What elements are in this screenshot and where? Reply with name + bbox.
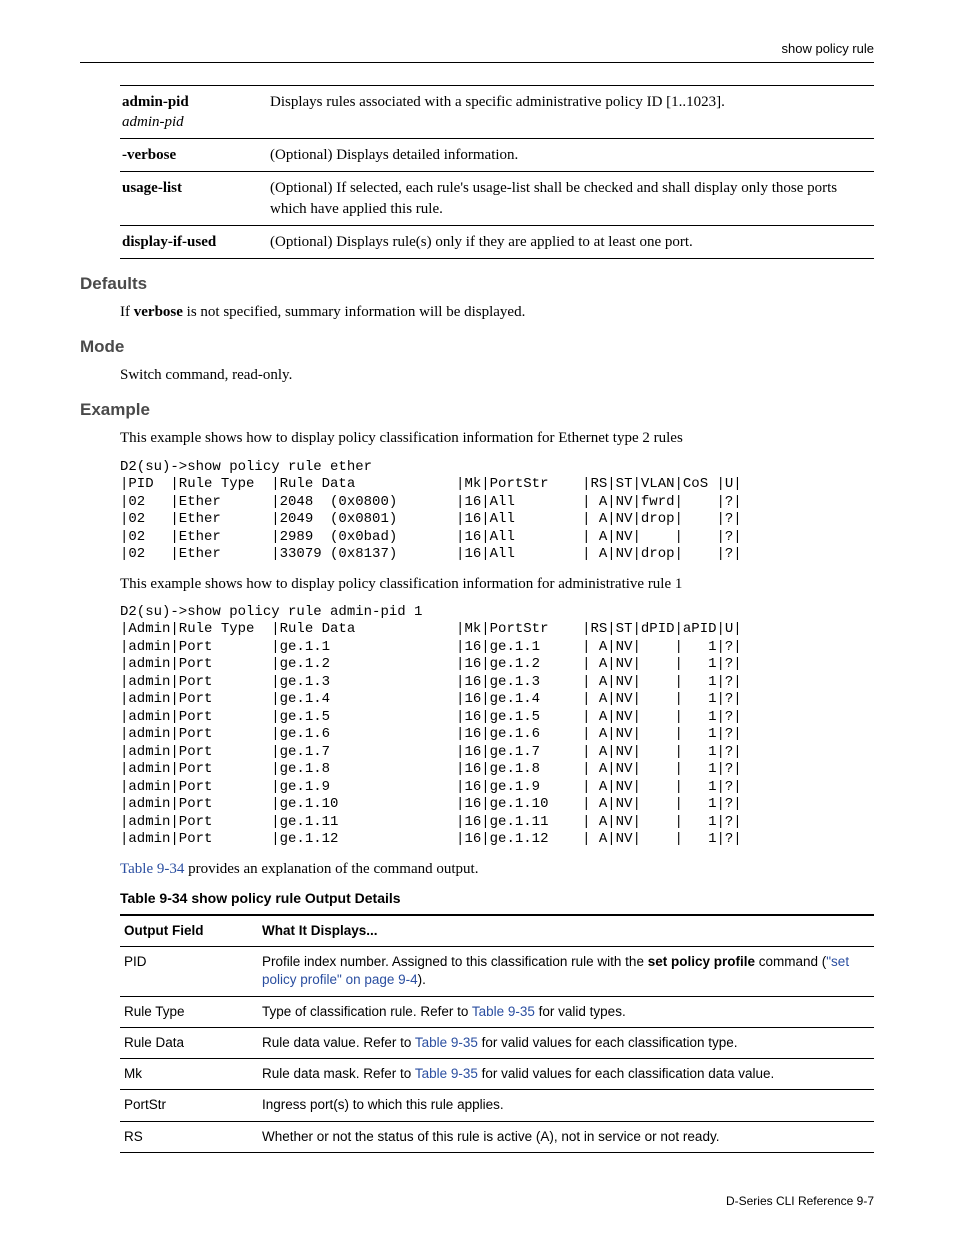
footer-text: D-Series CLI Reference 9-7 <box>726 1194 874 1208</box>
example-intro-1: This example shows how to display policy… <box>120 428 874 448</box>
text-fragment: Profile index number. Assigned to this c… <box>262 954 648 969</box>
col-what-displays: What It Displays... <box>258 915 874 947</box>
text-fragment: Rule data value. Refer to <box>262 1035 415 1050</box>
table-row: usage-list (Optional) If selected, each … <box>120 172 874 226</box>
text-bold: verbose <box>134 304 183 320</box>
text-fragment: Rule data mask. Refer to <box>262 1066 415 1081</box>
output-desc: Rule data mask. Refer to Table 9-35 for … <box>258 1059 874 1090</box>
col-output-field: Output Field <box>120 915 258 947</box>
table-row: display-if-used (Optional) Displays rule… <box>120 225 874 258</box>
output-desc: Rule data value. Refer to Table 9-35 for… <box>258 1027 874 1058</box>
text-fragment: command ( <box>755 954 826 969</box>
table-row: admin-pid admin-pid Displays rules assoc… <box>120 85 874 139</box>
xref-link[interactable]: Table 9-35 <box>415 1066 478 1081</box>
output-field: Rule Data <box>120 1027 258 1058</box>
table-header-row: Output Field What It Displays... <box>120 915 874 947</box>
param-key-italic: admin-pid <box>122 114 184 130</box>
text-fragment: for valid types. <box>535 1004 626 1019</box>
example-intro-2: This example shows how to display policy… <box>120 574 874 594</box>
param-desc: (Optional) Displays detailed information… <box>268 139 874 172</box>
table-row: -verbose (Optional) Displays detailed in… <box>120 139 874 172</box>
table-ref-link[interactable]: Table 9-34 <box>120 861 184 877</box>
output-field: PID <box>120 947 258 996</box>
xref-link[interactable]: Table 9-35 <box>472 1004 535 1019</box>
output-field: RS <box>120 1121 258 1152</box>
section-mode-heading: Mode <box>80 336 874 359</box>
output-desc: Ingress port(s) to which this rule appli… <box>258 1090 874 1121</box>
example-outro: Table 9-34 provides an explanation of th… <box>120 859 874 879</box>
text-fragment: ). <box>418 972 426 987</box>
table-row: Rule Data Rule data value. Refer to Tabl… <box>120 1027 874 1058</box>
param-key-bold: usage-list <box>122 180 182 196</box>
defaults-text: If verbose is not specified, summary inf… <box>120 302 874 322</box>
section-defaults-heading: Defaults <box>80 273 874 296</box>
text-fragment: for valid values for each classification… <box>478 1066 774 1081</box>
header-right: show policy rule <box>782 41 875 56</box>
output-field: PortStr <box>120 1090 258 1121</box>
param-desc: (Optional) If selected, each rule's usag… <box>268 172 874 226</box>
table-row: PID Profile index number. Assigned to th… <box>120 947 874 996</box>
table-row: PortStr Ingress port(s) to which this ru… <box>120 1090 874 1121</box>
table-row: Rule Type Type of classification rule. R… <box>120 996 874 1027</box>
output-field: Mk <box>120 1059 258 1090</box>
output-desc: Profile index number. Assigned to this c… <box>258 947 874 996</box>
page-footer: D-Series CLI Reference 9-7 <box>80 1193 874 1209</box>
code-block-1: D2(su)->show policy rule ether |PID |Rul… <box>120 459 874 564</box>
text-fragment: is not specified, summary information wi… <box>183 304 525 320</box>
text-fragment: Type of classification rule. Refer to <box>262 1004 472 1019</box>
code-block-2: D2(su)->show policy rule admin-pid 1 |Ad… <box>120 604 874 849</box>
output-desc: Type of classification rule. Refer to Ta… <box>258 996 874 1027</box>
xref-link[interactable]: Table 9-35 <box>415 1035 478 1050</box>
parameter-table: admin-pid admin-pid Displays rules assoc… <box>120 85 874 260</box>
output-details-table: Output Field What It Displays... PID Pro… <box>120 914 874 1153</box>
output-field: Rule Type <box>120 996 258 1027</box>
text-fragment: provides an explanation of the command o… <box>184 861 478 877</box>
section-example-heading: Example <box>80 399 874 422</box>
output-table-caption: Table 9-34 show policy rule Output Detai… <box>120 889 874 908</box>
text-fragment: for valid values for each classification… <box>478 1035 738 1050</box>
table-row: RS Whether or not the status of this rul… <box>120 1121 874 1152</box>
page-header: show policy rule <box>80 40 874 63</box>
param-key-bold: -verbose <box>122 147 176 163</box>
param-desc: Displays rules associated with a specifi… <box>268 85 874 139</box>
param-key-bold: display-if-used <box>122 234 216 250</box>
param-key-bold: admin-pid <box>122 94 189 110</box>
output-desc: Whether or not the status of this rule i… <box>258 1121 874 1152</box>
param-desc: (Optional) Displays rule(s) only if they… <box>268 225 874 258</box>
text-bold: set policy profile <box>648 954 755 969</box>
mode-text: Switch command, read-only. <box>120 365 874 385</box>
text-fragment: If <box>120 304 134 320</box>
table-row: Mk Rule data mask. Refer to Table 9-35 f… <box>120 1059 874 1090</box>
